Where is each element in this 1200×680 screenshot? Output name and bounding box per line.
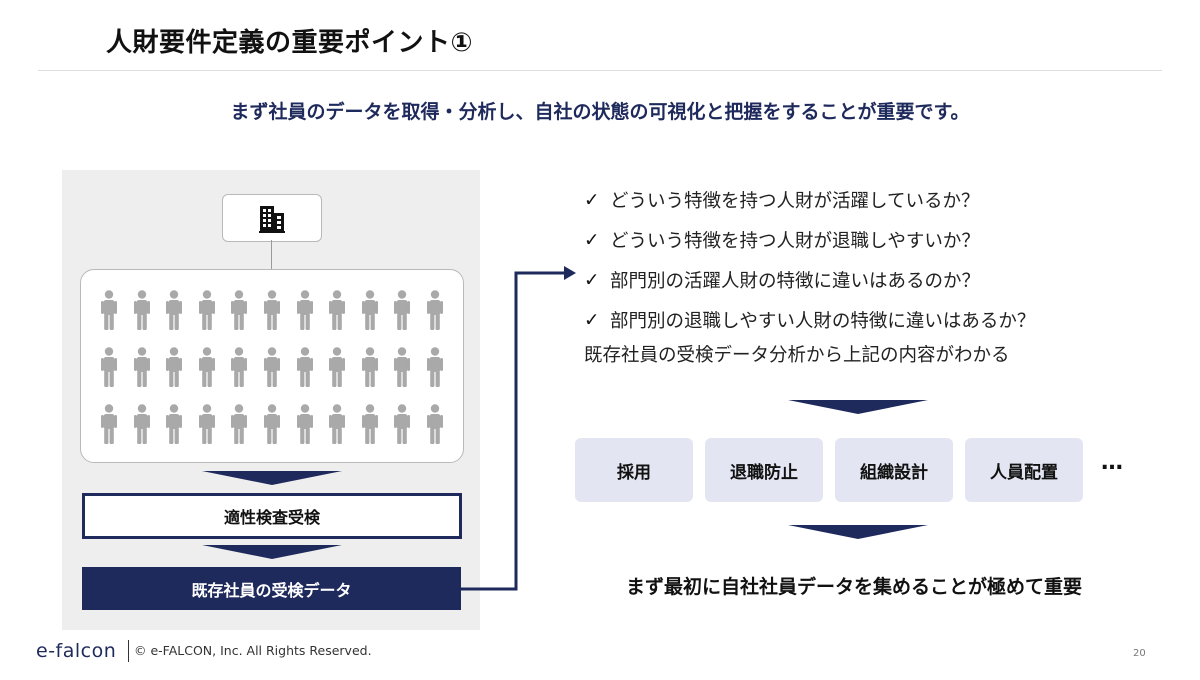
person-icon [394, 404, 411, 444]
person-icon [264, 347, 280, 387]
person-icon [296, 290, 313, 330]
person-icon [329, 290, 346, 330]
check-icon: ✓ [584, 269, 600, 291]
person-icon [231, 290, 248, 330]
list-item: ✓ どういう特徴を持つ人財が活躍しているか？ [584, 180, 1035, 220]
person-icon [198, 347, 215, 387]
person-icon [361, 347, 378, 387]
person-icon [361, 290, 378, 330]
use-case-chip: 人員配置 [965, 438, 1083, 502]
person-icon [361, 404, 378, 444]
use-case-chip: 採用 [575, 438, 693, 502]
person-icon [133, 347, 150, 387]
aptitude-test-step: 適性検査受検 [82, 493, 462, 539]
person-icon [394, 290, 411, 330]
person-icon [329, 404, 346, 444]
slide: 人財要件定義の重要ポイント① まず社員のデータを取得・分析し、自社の状態の可視化… [0, 0, 1200, 680]
company-logo: e-falcon [36, 640, 117, 662]
person-icon [101, 347, 117, 387]
person-icon [427, 347, 443, 387]
person-icon [264, 404, 280, 444]
person-icon [166, 290, 183, 330]
office-building-icon [259, 206, 285, 233]
person-icon [166, 404, 183, 444]
person-icon [264, 290, 280, 330]
company-box [222, 194, 322, 242]
analysis-question-list: ✓ どういう特徴を持つ人財が活躍しているか？ ✓ どういう特徴を持つ人財が退職し… [584, 180, 1035, 340]
conclusion-text: まず最初に自社社員データを集めることが極めて重要 [625, 576, 1082, 598]
down-arrow-icon [202, 545, 342, 559]
question-text: 部門別の退職しやすい人財の特徴に違いはあるか？ [610, 311, 1036, 332]
person-icon [166, 347, 183, 387]
person-icon [133, 290, 150, 330]
list-item: ✓ 部門別の退職しやすい人財の特徴に違いはあるか？ [584, 300, 1035, 340]
person-icon [101, 290, 117, 330]
person-icon [231, 347, 248, 387]
person-icon [198, 290, 215, 330]
question-text: どういう特徴を持つ人財が活躍しているか？ [610, 191, 980, 212]
check-icon: ✓ [584, 189, 600, 211]
employee-grid [80, 269, 464, 463]
person-icon [198, 404, 215, 444]
person-icon [427, 404, 443, 444]
footer-divider [128, 640, 129, 662]
analysis-summary: 既存社員の受検データ分析から上記の内容がわかる [584, 345, 1010, 366]
copyright-text: © e-FALCON, Inc. All Rights Reserved. [134, 643, 372, 658]
more-ellipsis: … [1101, 450, 1124, 475]
person-icon [133, 404, 150, 444]
person-icon [394, 347, 411, 387]
use-case-chip: 退職防止 [705, 438, 823, 502]
person-icon [296, 347, 313, 387]
slide-subtitle: まず社員のデータを取得・分析し、自社の状態の可視化と把握をすることが重要です。 [230, 101, 970, 123]
question-text: どういう特徴を持つ人財が退職しやすいか？ [610, 231, 980, 252]
person-icon [231, 404, 248, 444]
person-icon [427, 290, 443, 330]
company-connector-line [271, 240, 272, 269]
list-item: ✓ どういう特徴を持つ人財が退職しやすいか？ [584, 220, 1035, 260]
down-chevron-icon [788, 525, 928, 539]
down-arrow-icon [202, 471, 342, 485]
person-icon [296, 404, 313, 444]
employee-test-data-box: 既存社員の受検データ [82, 567, 461, 610]
list-item: ✓ 部門別の活躍人財の特徴に違いはあるのか？ [584, 260, 1035, 300]
person-icon [101, 404, 117, 444]
person-icon [329, 347, 346, 387]
down-chevron-icon [788, 400, 928, 414]
check-icon: ✓ [584, 229, 600, 251]
page-number: 20 [1133, 648, 1146, 659]
check-icon: ✓ [584, 309, 600, 331]
question-text: 部門別の活躍人財の特徴に違いはあるのか？ [610, 271, 981, 292]
use-case-chip: 組織設計 [835, 438, 953, 502]
title-divider [38, 70, 1162, 71]
slide-title: 人財要件定義の重要ポイント① [106, 28, 474, 58]
